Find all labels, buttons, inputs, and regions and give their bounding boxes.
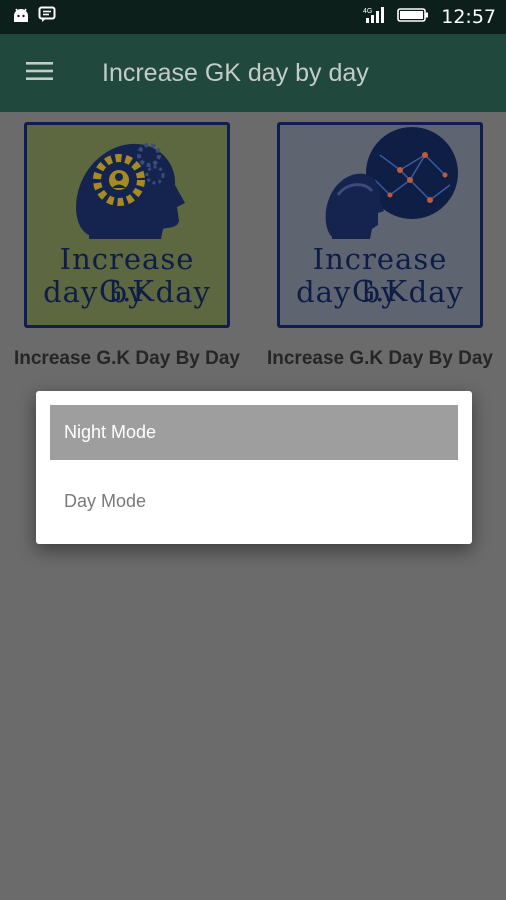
card-caption: Increase G.K Day By Day [266, 348, 493, 369]
message-icon [38, 6, 56, 28]
thumb-title-line2: day by day [43, 275, 211, 309]
hamburger-menu-icon [26, 61, 54, 86]
app-title: Increase GK day by day [102, 58, 369, 87]
topic-thumbnail[interactable]: Increase G.K day by day [24, 122, 230, 328]
signal-icon: 4G [363, 6, 389, 29]
thumb-title-line2: day by day [296, 275, 464, 309]
android-icon [12, 7, 30, 28]
menu-button[interactable] [0, 34, 80, 112]
status-bar: 4G 12:57 [0, 0, 506, 34]
battery-icon [397, 7, 429, 28]
status-right-icons: 4G 12:57 [363, 6, 496, 29]
status-left-icons [12, 6, 56, 28]
day-mode-option[interactable]: Day Mode [50, 474, 458, 529]
card-caption: Increase G.K Day By Day [13, 348, 240, 369]
topic-card[interactable]: Increase G.K day by day Increase G.K Day… [265, 122, 495, 370]
topic-card[interactable]: Increase G.K day by day Increase G.K Day… [12, 122, 242, 370]
app-bar: Increase GK day by day [0, 34, 506, 112]
topic-thumbnail[interactable]: Increase G.K day by day [277, 122, 483, 328]
mode-dialog: Night Mode Day Mode [36, 391, 472, 544]
night-mode-option[interactable]: Night Mode [50, 405, 458, 460]
status-time: 12:57 [441, 6, 496, 28]
svg-text:4G: 4G [363, 8, 372, 15]
